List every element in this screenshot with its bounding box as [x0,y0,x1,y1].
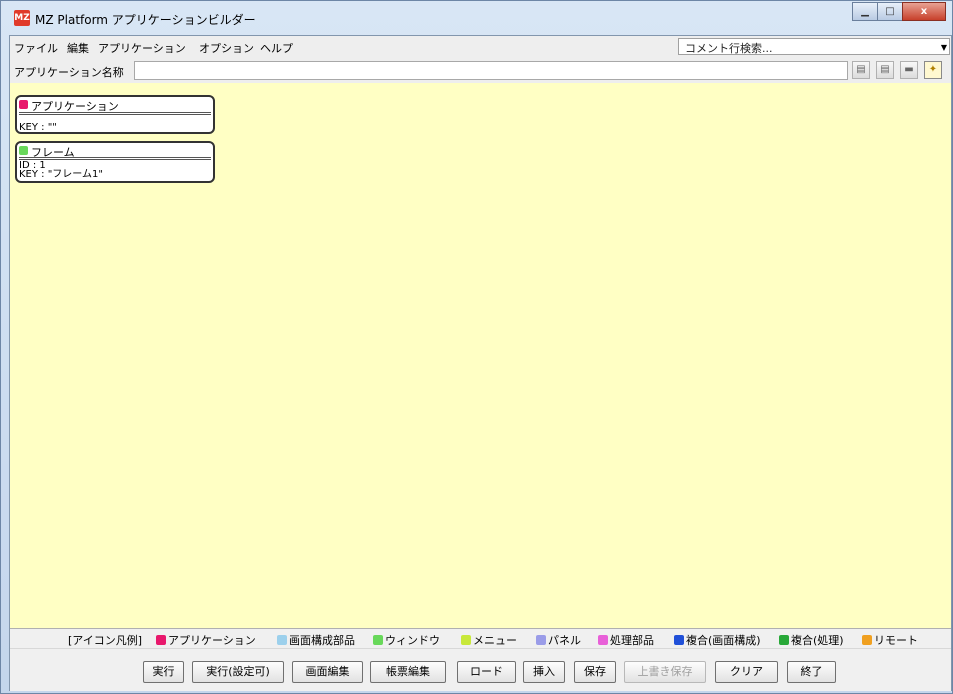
client-area: ファイル 編集 アプリケーション オプション ヘルプ コメント行検索... ▼ … [9,35,952,691]
legend-label: ウィンドウ [385,634,440,647]
node-application[interactable]: アプリケーション KEY : "" [15,95,215,134]
node-key: KEY : "フレーム1" [19,169,103,180]
menu-edit[interactable]: 編集 [67,40,89,56]
application-icon [156,635,166,645]
form-edit-button[interactable]: 帳票編集 [370,661,446,683]
remote-icon [862,635,872,645]
folder-up-icon[interactable]: ▤ [852,61,870,79]
window-icon [19,146,28,155]
legend-label: 画面構成部品 [289,634,355,647]
legend-item: 処理部品 [598,632,654,648]
screen-edit-button[interactable]: 画面編集 [292,661,363,683]
menu-help[interactable]: ヘルプ [260,40,293,56]
clear-button[interactable]: クリア [715,661,778,683]
legend-label: メニュー [473,634,517,647]
dropdown-arrow-icon[interactable]: ▼ [941,43,947,52]
mz-app-icon: MZ [14,10,30,26]
application-name-label: アプリケーション名称 [14,66,124,79]
window-controls: ▁ □ x [852,2,946,22]
node-divider [19,112,211,113]
application-name-bar: アプリケーション名称 ▤ ▤ ▬ ✦ [10,58,951,84]
legend-item: リモート [862,632,918,648]
legend-item: 複合(画面構成) [674,632,761,648]
legend-item: 画面構成部品 [277,632,355,648]
window-icon [373,635,383,645]
insert-button[interactable]: 挿入 [523,661,565,683]
legend-label: アプリケーション [168,634,256,647]
legend-item: メニュー [461,632,517,648]
folder-add-icon[interactable]: ▤ [876,61,894,79]
menu-options[interactable]: オプション [199,40,254,56]
legend-label: リモート [874,634,918,647]
node-divider [19,159,211,160]
title-bar[interactable]: MZ MZ Platform アプリケーションビルダー ▁ □ x [1,1,952,35]
overwrite-save-button[interactable]: 上書き保存 [624,661,706,683]
application-icon [19,100,28,109]
legend-caption: [アイコン凡例] [68,634,143,647]
run-configurable-button[interactable]: 実行(設定可) [192,661,284,683]
close-button[interactable]: x [902,2,946,21]
legend-label: 複合(処理) [791,634,844,647]
legend-item: アプリケーション [156,632,256,648]
menu-file[interactable]: ファイル [14,40,58,56]
node-divider [19,157,211,158]
node-divider [19,114,211,115]
save-button[interactable]: 保存 [574,661,616,683]
screen-component-icon [277,635,287,645]
menu-application[interactable]: アプリケーション [98,40,186,56]
window-title: MZ Platform アプリケーションビルダー [35,13,256,27]
maximize-button[interactable]: □ [877,2,903,21]
app-window: MZ MZ Platform アプリケーションビルダー ▁ □ x ファイル 編… [0,0,953,694]
new-folder-icon[interactable]: ✦ [924,61,942,79]
node-key: KEY : "" [19,122,57,133]
builder-canvas[interactable]: アプリケーション KEY : "" フレーム ID : 1 KEY : "フレー… [10,83,951,629]
legend-label: 処理部品 [610,634,654,647]
comment-search-input[interactable]: コメント行検索... [685,40,773,56]
button-bar: 実行 実行(設定可) 画面編集 帳票編集 ロード 挿入 保存 上書き保存 クリア… [10,648,951,691]
load-button[interactable]: ロード [457,661,516,683]
application-name-input[interactable] [134,61,848,80]
process-component-icon [598,635,608,645]
exit-button[interactable]: 終了 [787,661,836,683]
node-header: フレーム [19,145,211,159]
comment-search-combo[interactable]: コメント行検索... ▼ [678,38,950,55]
menu-icon [461,635,471,645]
composite-screen-icon [674,635,684,645]
node-header: アプリケーション [19,99,211,113]
menu-bar: ファイル 編集 アプリケーション オプション ヘルプ コメント行検索... ▼ [10,36,951,59]
panel-icon [536,635,546,645]
legend-item: 複合(処理) [779,632,844,648]
legend-item: パネル [536,632,581,648]
folder-icon[interactable]: ▬ [900,61,918,79]
legend-label: パネル [548,634,581,647]
composite-process-icon [779,635,789,645]
node-frame[interactable]: フレーム ID : 1 KEY : "フレーム1" [15,141,215,183]
minimize-button[interactable]: ▁ [852,2,878,21]
run-button[interactable]: 実行 [143,661,184,683]
legend-item: ウィンドウ [373,632,440,648]
icon-legend: [アイコン凡例] アプリケーション 画面構成部品 ウィンドウ メニュー パネル … [10,629,951,647]
legend-label: 複合(画面構成) [686,634,761,647]
